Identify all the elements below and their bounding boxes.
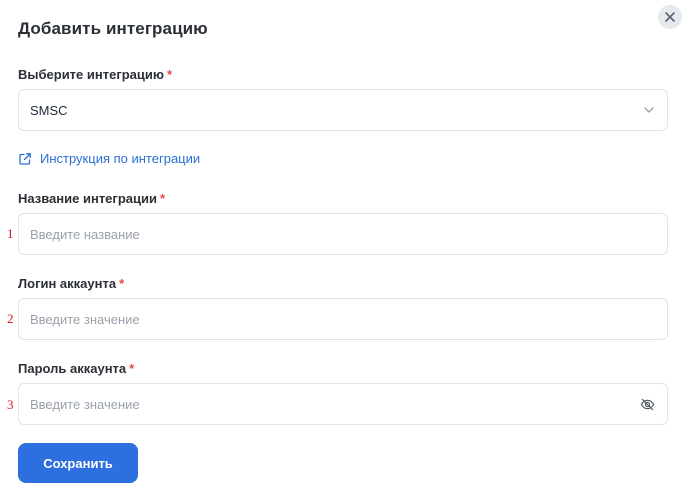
account-login-label-text: Логин аккаунта	[18, 276, 117, 291]
field-marker-2: 2	[7, 311, 14, 326]
account-password-field[interactable]	[18, 383, 668, 425]
close-icon	[665, 12, 675, 22]
instruction-link-label: Инструкция по интеграции	[40, 151, 201, 166]
close-button[interactable]	[658, 5, 682, 29]
integration-select-label-text: Выберите интеграцию	[18, 67, 165, 82]
chevron-down-icon	[644, 107, 654, 113]
account-password-label: Пароль аккаунта *	[18, 361, 134, 376]
integration-name-input[interactable]	[19, 214, 622, 254]
integration-name-label-text: Название интеграции	[18, 191, 157, 206]
required-mark: *	[159, 191, 166, 206]
external-link-icon	[19, 152, 31, 165]
account-password-input[interactable]	[19, 384, 622, 424]
integration-select[interactable]: SMSC	[18, 89, 668, 131]
instruction-link[interactable]: Инструкция по интеграции	[18, 151, 200, 166]
account-login-field[interactable]	[18, 298, 668, 340]
integration-select-value: SMSC	[30, 102, 68, 118]
integration-name-field[interactable]	[18, 213, 668, 255]
required-mark: *	[119, 276, 125, 291]
eye-off-icon[interactable]	[640, 397, 655, 412]
required-mark: *	[167, 67, 173, 82]
save-button[interactable]: Сохранить	[18, 443, 138, 483]
field-marker-1: 1	[7, 226, 14, 241]
account-password-label-text: Пароль аккаунта	[18, 361, 127, 376]
integration-name-label: Название интеграции *	[18, 191, 165, 206]
account-login-label: Логин аккаунта *	[18, 276, 124, 291]
add-integration-modal: Добавить интеграцию Выберите интеграцию *…	[0, 0, 689, 503]
field-marker-3: 3	[7, 397, 14, 412]
integration-select-label: Выберите интеграцию *	[18, 67, 172, 82]
account-login-input[interactable]	[19, 299, 622, 339]
modal-title: Добавить интеграцию	[18, 19, 208, 38]
required-mark: *	[129, 361, 135, 376]
